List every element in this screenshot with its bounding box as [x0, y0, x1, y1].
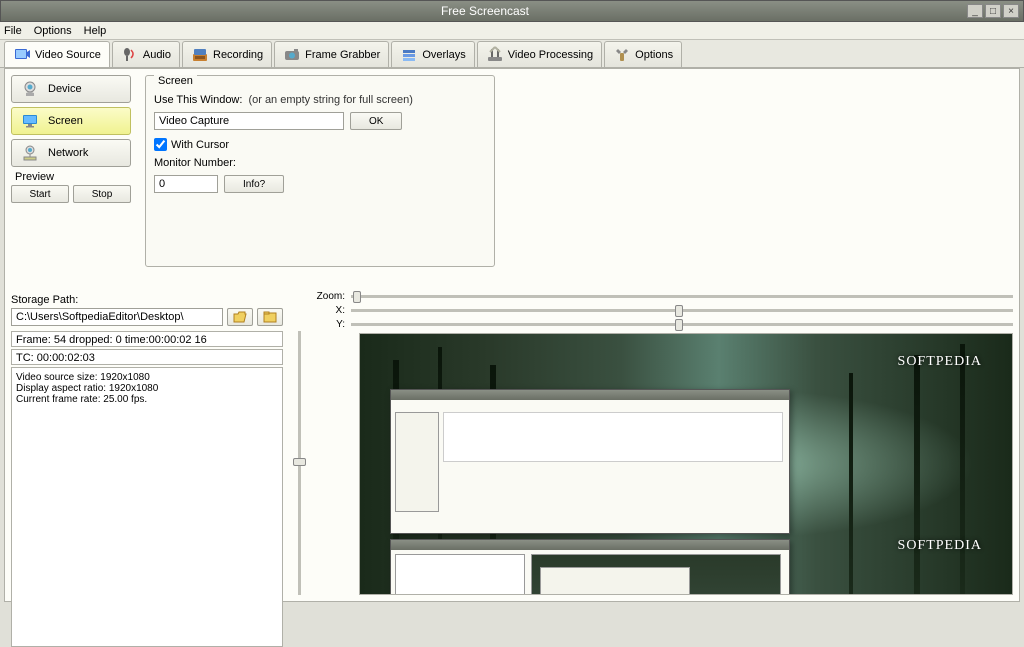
info-line: Display aspect ratio: 1920x1080 — [16, 383, 278, 394]
close-button[interactable]: × — [1003, 4, 1019, 18]
screen-config-group: Screen Use This Window: (or an empty str… — [145, 75, 495, 267]
tab-audio[interactable]: Audio — [112, 41, 180, 67]
tab-frame-grabber[interactable]: Frame Grabber — [274, 41, 389, 67]
preview-label: Preview — [11, 171, 131, 183]
preview-image: SOFTPEDIA SOFTPEDIA — [360, 334, 1012, 594]
with-cursor-checkbox[interactable] — [154, 138, 167, 151]
recording-icon — [191, 46, 209, 64]
frame-status: Frame: 54 dropped: 0 time:00:00:02 16 — [11, 331, 283, 347]
tab-label: Frame Grabber — [305, 49, 380, 61]
frame-grabber-icon — [283, 46, 301, 64]
menu-help[interactable]: Help — [84, 25, 107, 37]
tab-label: Overlays — [422, 49, 465, 61]
window-name-input[interactable] — [154, 112, 344, 130]
browse-folder-button[interactable] — [227, 308, 253, 326]
folder-icon — [263, 311, 277, 323]
source-label: Screen — [48, 115, 83, 127]
tabbar: Video Source Audio Recording Frame Grabb… — [0, 40, 1024, 68]
video-source-icon — [13, 46, 31, 64]
tab-label: Recording — [213, 49, 263, 61]
tab-label: Video Source — [35, 49, 101, 61]
webcam-icon — [20, 80, 40, 98]
tab-recording[interactable]: Recording — [182, 41, 272, 67]
tab-label: Options — [635, 49, 673, 61]
start-button[interactable]: Start — [11, 185, 69, 203]
monitor-number-input[interactable] — [154, 175, 218, 193]
tab-label: Audio — [143, 49, 171, 61]
nested-window — [390, 389, 790, 534]
source-label: Device — [48, 83, 82, 95]
source-device-button[interactable]: Device — [11, 75, 131, 103]
y-slider[interactable] — [351, 317, 1013, 331]
storage-path-label: Storage Path: — [11, 294, 283, 306]
info-button[interactable]: Info? — [224, 175, 284, 193]
source-label: Network — [48, 147, 88, 159]
info-line: Video source size: 1920x1080 — [16, 372, 278, 383]
source-screen-button[interactable]: Screen — [11, 107, 131, 135]
maximize-button[interactable]: □ — [985, 4, 1001, 18]
titlebar: Free Screencast _ □ × — [0, 0, 1024, 22]
browse-file-button[interactable] — [257, 308, 283, 326]
stop-button[interactable]: Stop — [73, 185, 131, 203]
info-box: Video source size: 1920x1080 Display asp… — [11, 367, 283, 647]
video-processing-icon — [486, 46, 504, 64]
menubar: File Options Help — [0, 22, 1024, 40]
options-icon — [613, 46, 631, 64]
window-title: Free Screencast — [5, 4, 965, 18]
tab-overlays[interactable]: Overlays — [391, 41, 474, 67]
monitor-number-label: Monitor Number: — [154, 157, 236, 169]
tab-video-source[interactable]: Video Source — [4, 41, 110, 67]
tc-status: TC: 00:00:02:03 — [11, 349, 283, 365]
tab-label: Video Processing — [508, 49, 593, 61]
zoom-label: Zoom: — [315, 291, 351, 302]
y-label: Y: — [315, 319, 351, 330]
source-network-button[interactable]: Network — [11, 139, 131, 167]
monitor-icon — [20, 112, 40, 130]
menu-options[interactable]: Options — [34, 25, 72, 37]
use-window-hint: (or an empty string for full screen) — [248, 94, 412, 106]
info-line: Current frame rate: 25.00 fps. — [16, 394, 278, 405]
audio-icon — [121, 46, 139, 64]
minimize-button[interactable]: _ — [967, 4, 983, 18]
watermark-text: SOFTPEDIA — [898, 354, 982, 370]
x-slider[interactable] — [351, 303, 1013, 317]
nested-window — [390, 539, 790, 595]
zoom-slider[interactable] — [351, 289, 1013, 303]
tab-video-processing[interactable]: Video Processing — [477, 41, 602, 67]
content-area: Device Screen Network Preview Start Stop… — [4, 68, 1020, 602]
vertical-slider[interactable] — [291, 331, 307, 595]
storage-path-input[interactable] — [11, 308, 223, 326]
watermark-text: SOFTPEDIA — [898, 538, 982, 554]
use-window-label: Use This Window: — [154, 94, 242, 106]
menu-file[interactable]: File — [4, 25, 22, 37]
x-label: X: — [315, 305, 351, 316]
preview-viewport: SOFTPEDIA SOFTPEDIA — [359, 333, 1013, 595]
preview-panel: Zoom: X: Y: SOFTPEDIA SOFTPEDIA — [315, 289, 1013, 595]
tab-options[interactable]: Options — [604, 41, 682, 67]
network-icon — [20, 144, 40, 162]
overlays-icon — [400, 46, 418, 64]
ok-button[interactable]: OK — [350, 112, 402, 130]
source-panel: Device Screen Network Preview Start Stop — [11, 75, 131, 203]
folder-open-icon — [233, 311, 247, 323]
status-panel: Frame: 54 dropped: 0 time:00:00:02 16 TC… — [11, 331, 283, 647]
with-cursor-label: With Cursor — [171, 139, 229, 151]
config-legend: Screen — [154, 75, 197, 87]
